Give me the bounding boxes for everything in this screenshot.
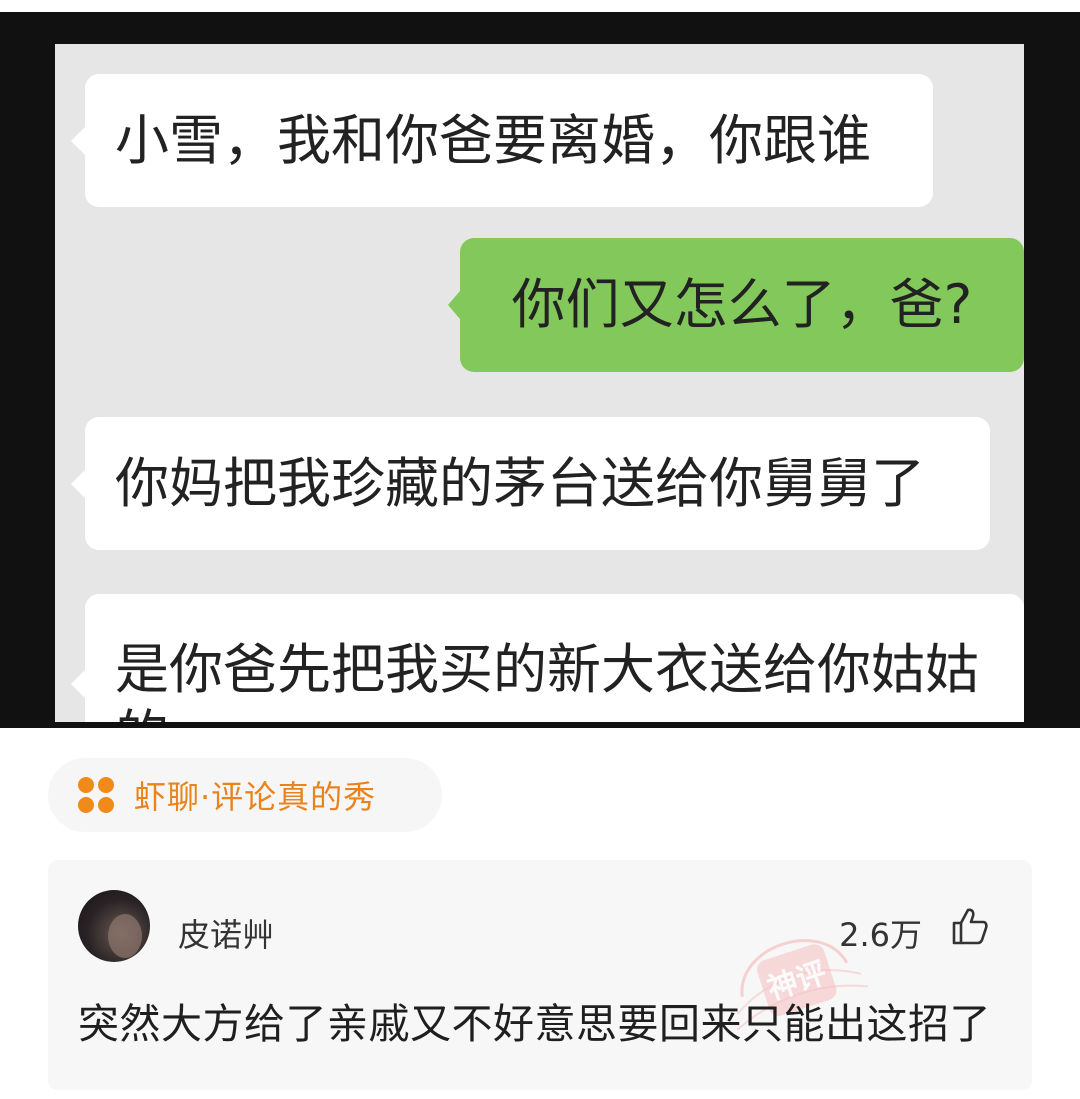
- topic-label: 虾聊·评论真的秀: [134, 778, 377, 816]
- message-text: 你们又怎么了，爸?: [511, 273, 973, 337]
- username[interactable]: 皮诺艸: [178, 910, 274, 956]
- topic-chip[interactable]: 虾聊·评论真的秀: [48, 758, 442, 832]
- message-bubble-outgoing: 你们又怎么了，爸?: [448, 238, 1024, 372]
- thumbs-up-icon[interactable]: [950, 906, 990, 946]
- message-bubble-incoming: 是你爸先把我买的新大衣送给你姑姑 的: [71, 594, 1024, 722]
- message-bubble-incoming: 你妈把我珍藏的茅台送给你舅舅了: [71, 417, 990, 550]
- message-text: 小雪，我和你爸要离婚，你跟谁: [115, 108, 871, 172]
- message-text-continuation: 的: [115, 702, 169, 722]
- chat-area: 小雪，我和你爸要离婚，你跟谁 你们又怎么了，爸? 你妈把我珍藏的茅台送给你舅舅了…: [55, 44, 1024, 722]
- like-count: 2.6万: [839, 916, 922, 954]
- chat-screenshot-image[interactable]: 小雪，我和你爸要离婚，你跟谁 你们又怎么了，爸? 你妈把我珍藏的茅台送给你舅舅了…: [0, 12, 1080, 728]
- hot-comment-card[interactable]: 皮诺艸 神评 2.6万 突然大方给了亲戚又不好意思要回来只能出这招了: [48, 860, 1032, 1090]
- avatar[interactable]: [78, 890, 150, 962]
- four-dots-icon: [78, 777, 114, 813]
- comment-text: 突然大方给了亲戚又不好意思要回来只能出这招了: [78, 1000, 991, 1048]
- message-text: 是你爸先把我买的新大衣送给你姑姑: [115, 638, 979, 701]
- message-bubble-incoming: 小雪，我和你爸要离婚，你跟谁: [71, 74, 933, 207]
- message-text: 你妈把我珍藏的茅台送给你舅舅了: [115, 451, 925, 515]
